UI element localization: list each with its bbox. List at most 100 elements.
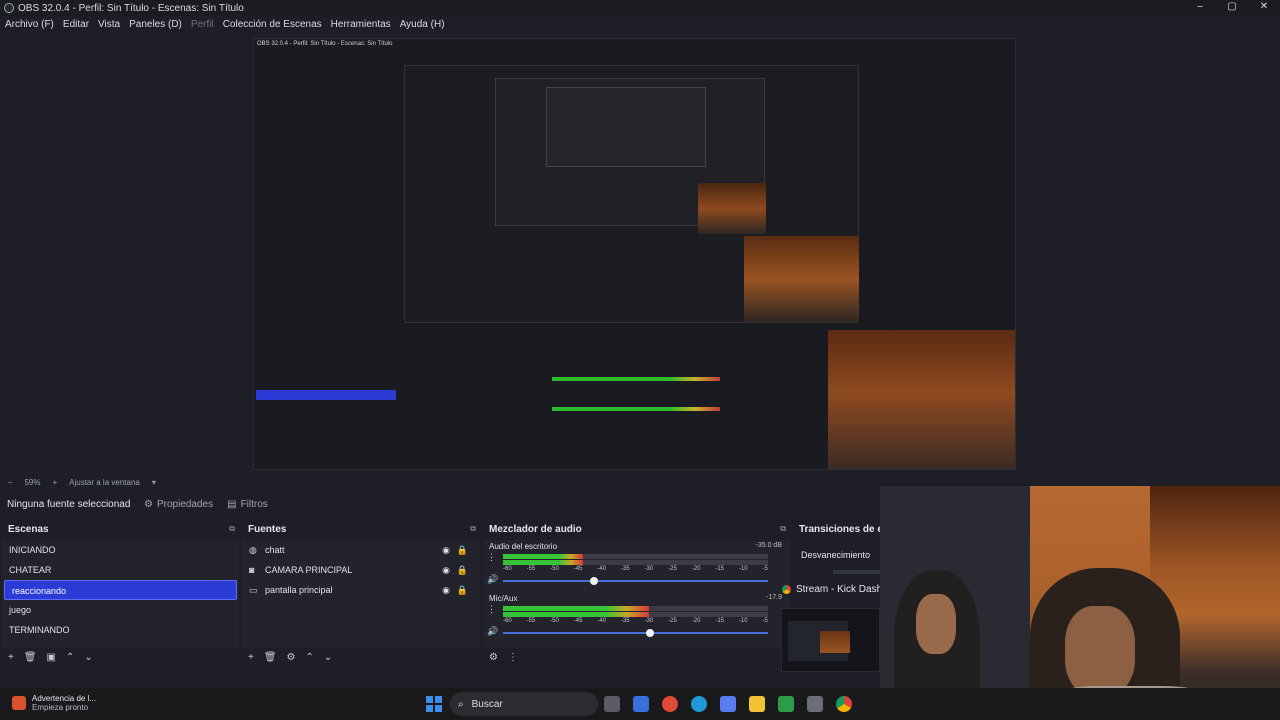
- filters-button[interactable]: ▤ Filtros: [227, 499, 268, 510]
- add-source-button[interactable]: +: [248, 652, 254, 663]
- zoom-increase[interactable]: +: [52, 478, 57, 487]
- zoom-decrease[interactable]: –: [8, 478, 12, 487]
- source-item[interactable]: ◙ CAMARA PRINCIPAL ◉ 🔒: [242, 560, 480, 580]
- thumbnail-webcam: [820, 631, 850, 653]
- channel-db: -35.0 dB: [755, 542, 782, 549]
- remove-scene-button[interactable]: 🗑: [24, 652, 37, 663]
- volume-slider[interactable]: [503, 629, 768, 637]
- volume-slider[interactable]: [503, 577, 768, 585]
- move-up-icon[interactable]: ⌃: [66, 652, 74, 663]
- window-thumbnail[interactable]: [781, 608, 880, 672]
- scene-item[interactable]: INICIANDO: [2, 540, 239, 560]
- lock-icon[interactable]: 🔒: [457, 565, 468, 576]
- filter-icon: ▤: [227, 498, 237, 510]
- menu-editar[interactable]: Editar: [63, 19, 89, 30]
- scene-item[interactable]: reaccionando: [4, 580, 237, 600]
- mixer-title: Mezclador de audio: [489, 524, 582, 535]
- source-properties-gear-icon[interactable]: ⚙: [287, 652, 296, 663]
- meter-tick-label: -35: [620, 618, 630, 624]
- filters-label: Filtros: [240, 498, 268, 510]
- mixer-menu-icon[interactable]: ⋮: [508, 652, 518, 663]
- speaker-icon[interactable]: 🔊: [487, 626, 498, 637]
- gear-icon: ⚙: [144, 498, 153, 510]
- undock-icon[interactable]: ⧉: [470, 524, 476, 534]
- obs-taskbar-icon[interactable]: [662, 696, 678, 712]
- nested-webcam-tiny: [744, 236, 859, 322]
- scene-filters-button[interactable]: ▣: [47, 652, 56, 663]
- calculator-icon[interactable]: [807, 696, 823, 712]
- channel-menu-icon[interactable]: ⋮: [487, 604, 496, 615]
- volume-knob[interactable]: [646, 629, 655, 637]
- scene-item[interactable]: juego: [2, 600, 239, 620]
- scenes-list: INICIANDO CHATEAR reaccionando juego TERMINA…: [2, 540, 239, 648]
- visibility-eye-icon[interactable]: ◉: [442, 565, 450, 576]
- move-down-icon[interactable]: ⌄: [324, 652, 332, 663]
- webcam-feed: [880, 486, 1280, 720]
- menu-coleccion[interactable]: Colección de Escenas: [223, 19, 322, 30]
- source-item[interactable]: ◍ chatt ◉ 🔒: [242, 540, 480, 560]
- edge-icon[interactable]: [691, 696, 707, 712]
- source-toolbar: Ninguna fuente seleccionad ⚙ Propiedades …: [0, 492, 880, 516]
- chrome-window-item[interactable]: Stream - Kick Dashb: [782, 584, 888, 595]
- store-icon[interactable]: [633, 696, 649, 712]
- properties-label: Propiedades: [156, 498, 214, 510]
- no-source-selected-label: Ninguna fuente seleccionad: [7, 498, 131, 510]
- obs-logo-icon: [4, 3, 14, 13]
- properties-button[interactable]: ⚙ Propiedades: [144, 499, 213, 510]
- remove-source-button[interactable]: 🗑: [264, 652, 277, 663]
- meter-tick-label: -5: [762, 618, 768, 624]
- sources-footer: + 🗑 ⚙ ⌃ ⌄: [242, 648, 480, 666]
- menu-herramientas[interactable]: Herramientas: [331, 19, 391, 30]
- undock-icon[interactable]: ⧉: [229, 524, 235, 534]
- channel-name: Audio del escritorio: [489, 542, 558, 551]
- meter-fill: [503, 554, 583, 559]
- source-item[interactable]: ▭ pantalla principal ◉ 🔒: [242, 580, 480, 600]
- chrome-taskbar-icon[interactable]: [836, 696, 852, 712]
- move-down-icon[interactable]: ⌄: [84, 652, 92, 663]
- close-button[interactable]: ✕: [1248, 0, 1280, 16]
- channel-menu-icon[interactable]: ⋮: [487, 552, 496, 563]
- zoom-level: 59%: [24, 477, 41, 487]
- maximize-button[interactable]: ▢: [1216, 0, 1248, 16]
- speaker-icon[interactable]: 🔊: [487, 574, 498, 585]
- windows-start-icon[interactable]: [426, 696, 442, 712]
- move-up-icon[interactable]: ⌃: [306, 652, 314, 663]
- meter-tick-label: -50: [550, 618, 559, 624]
- transition-select[interactable]: Desvanecimiento: [797, 546, 879, 564]
- mixer-gear-icon[interactable]: ⚙: [489, 652, 498, 663]
- excel-icon[interactable]: [778, 696, 794, 712]
- transitions-title: Transiciones de esc: [799, 524, 883, 535]
- lock-icon[interactable]: 🔒: [457, 545, 468, 556]
- menu-ayuda[interactable]: Ayuda (H): [400, 19, 445, 30]
- menu-bar: Archivo (F) Editar Vista Paneles (D) Per…: [0, 16, 1280, 32]
- undock-icon[interactable]: ⧉: [780, 524, 786, 534]
- scene-item[interactable]: CHATEAR: [2, 560, 239, 580]
- taskbar-notification[interactable]: Advertencia de l... Empieza pronto: [12, 694, 96, 712]
- nested-meter: [552, 377, 720, 381]
- taskbar-apps: [604, 696, 865, 712]
- menu-archivo[interactable]: Archivo (F): [5, 19, 54, 30]
- meter-tick-label: -20: [691, 566, 701, 572]
- meter-ticks: -60 -55 -50 -45 -40 -35 -30 -25 -20 -15 -10 -5: [503, 618, 768, 624]
- visibility-eye-icon[interactable]: ◉: [442, 585, 450, 596]
- copilot-icon[interactable]: [720, 696, 736, 712]
- file-explorer-icon[interactable]: [749, 696, 765, 712]
- volume-knob[interactable]: [590, 577, 599, 585]
- menu-paneles[interactable]: Paneles (D): [129, 19, 182, 30]
- visibility-eye-icon[interactable]: ◉: [442, 545, 450, 556]
- nested-webcam-tiny-2: [698, 183, 766, 234]
- minimize-button[interactable]: –: [1184, 0, 1216, 16]
- menu-perfil[interactable]: Perfil: [191, 19, 214, 30]
- menu-vista[interactable]: Vista: [98, 19, 120, 30]
- task-view-icon[interactable]: [604, 696, 620, 712]
- fit-window-label[interactable]: Ajustar a la ventana: [69, 478, 140, 487]
- scene-item[interactable]: TERMINANDO: [2, 620, 239, 640]
- add-scene-button[interactable]: +: [8, 652, 14, 663]
- lock-icon[interactable]: 🔒: [457, 585, 468, 596]
- taskbar-search[interactable]: ⌕ Buscar: [450, 692, 598, 716]
- notification-title: Advertencia de l...: [32, 694, 97, 703]
- meter-ticks: -60 -55 -50 -45 -40 -35 -30 -25 -20 -15 -10 -5: [503, 566, 768, 572]
- nested-selected-scene: [256, 390, 396, 400]
- meter-tick-label: -5: [762, 566, 768, 572]
- chevron-down-icon[interactable]: ▾: [152, 478, 156, 487]
